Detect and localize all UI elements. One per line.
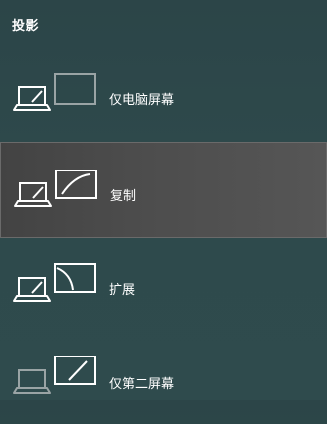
option-duplicate[interactable]: 复制 [0,142,327,238]
option-second-screen-only[interactable]: 仅第二屏幕 [0,328,327,424]
option-extend[interactable]: 扩展 [0,240,327,336]
project-flyout: 投影 仅电脑屏幕 复制 扩展 仅第二屏幕 [0,0,327,400]
second-screen-only-icon [13,356,96,394]
option-label-pc-screen-only: 仅电脑屏幕 [109,93,175,108]
duplicate-icon [14,170,97,207]
option-label-duplicate: 复制 [110,189,137,204]
extend-icon [13,263,96,302]
option-pc-screen-only[interactable]: 仅电脑屏幕 [0,48,327,144]
pc-screen-only-icon [13,73,96,111]
option-label-extend: 扩展 [109,283,136,298]
option-label-second-screen-only: 仅第二屏幕 [109,377,175,392]
flyout-title: 投影 [12,19,40,34]
